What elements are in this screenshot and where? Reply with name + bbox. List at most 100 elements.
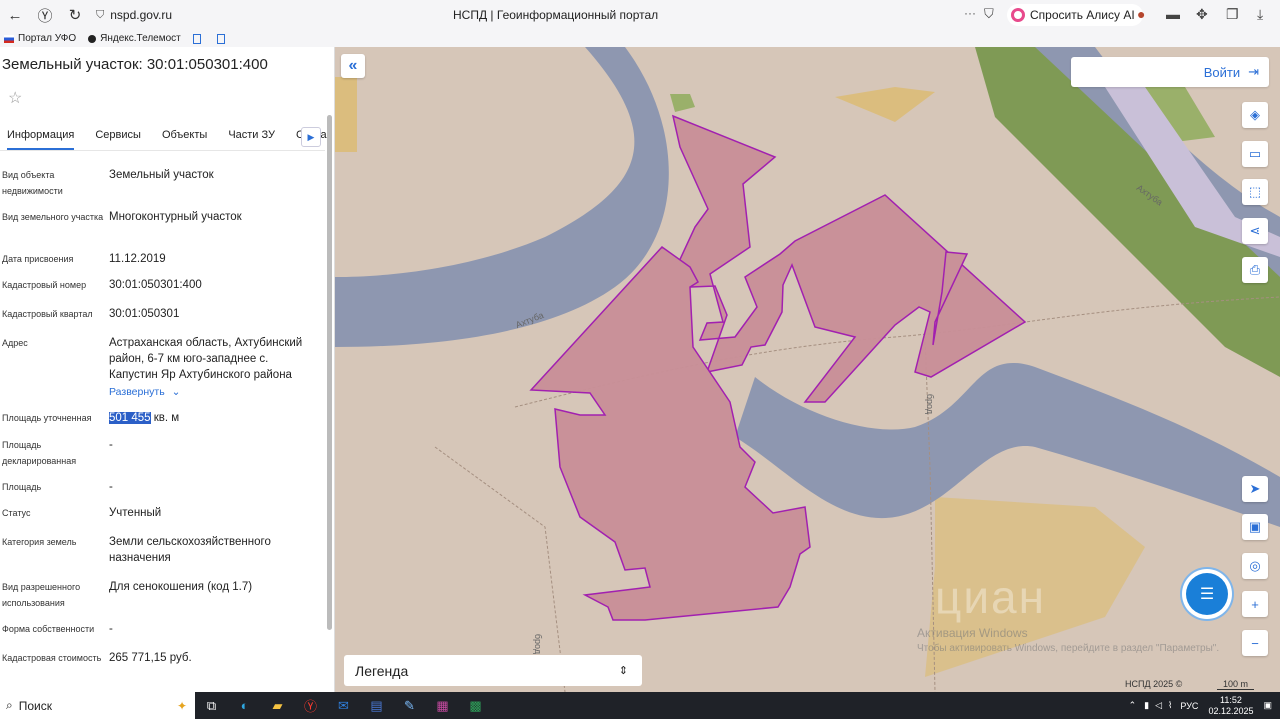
network-icon[interactable]: ▮ — [1144, 700, 1149, 711]
page-title: НСПД | Геоинформационный портал — [453, 8, 659, 22]
collections-icon[interactable]: ❐ — [1226, 6, 1239, 23]
cian-watermark: циан — [935, 571, 1047, 623]
tray-expand-icon[interactable]: ⌃ — [1129, 700, 1137, 711]
media-icon[interactable]: ▦ — [426, 692, 459, 719]
bookmark-page-2[interactable] — [216, 33, 229, 44]
field-value: Земли сельскохозяйственного назначения — [109, 536, 271, 564]
back-icon[interactable]: ← — [0, 0, 30, 30]
expand-link[interactable]: Развернуть ⌄ — [109, 384, 319, 400]
chevron-updown-icon: ⇕ — [618, 665, 628, 677]
mail-icon[interactable]: ✉ — [327, 692, 360, 719]
select-area-button[interactable]: ⬚ — [1242, 179, 1268, 205]
field-label: Дата присвоения — [2, 254, 74, 264]
telemost-icon — [88, 34, 97, 43]
field-area — [835, 87, 935, 122]
field-value: 11.12.2019 — [109, 253, 166, 265]
windows-activation-text: Чтобы активировать Windows, перейдите в … — [917, 643, 1220, 654]
bookmark-icon[interactable]: ⛉ — [984, 6, 994, 22]
yandex-icon[interactable]: Ⓨ — [30, 0, 60, 30]
field-label: Площадь уточненная — [2, 413, 92, 423]
ford-label: брод — [533, 633, 544, 655]
locate-button[interactable]: ➤ — [1242, 476, 1268, 502]
panel-title: Земельный участок: 30:01:050301:400 — [2, 56, 268, 73]
layers-icon: ◈ — [1250, 107, 1260, 122]
alice-button[interactable]: Спросить Алису AI — [1007, 4, 1143, 26]
collapse-panel-button[interactable]: « — [341, 54, 365, 78]
field-label: Кадастровый номер — [2, 280, 87, 290]
download-icon[interactable]: ⤓ — [1257, 6, 1263, 23]
taskbar-search[interactable]: ⌕ Поиск ✦ — [0, 692, 195, 719]
wifi-icon[interactable]: ⌇ — [1168, 700, 1172, 711]
excel-icon[interactable]: ▩ — [459, 692, 492, 719]
yandex-browser-icon[interactable]: Ⓨ — [294, 692, 327, 719]
page-icon — [216, 33, 225, 44]
print-button[interactable]: ⎙ — [1242, 257, 1268, 283]
bookmark-label: Портал УФО — [18, 33, 77, 44]
alice-label: Спросить Алису AI — [1030, 8, 1135, 22]
extension-icon[interactable]: ▬ — [1166, 6, 1180, 22]
geo-pin-icon: ◎ — [1249, 558, 1261, 573]
field-value: Многоконтурный участок — [109, 211, 242, 223]
reload-icon[interactable]: ↻ — [60, 0, 90, 30]
bookmarks-bar: Портал УФО Яндекс.Телемост — [0, 30, 1280, 47]
area-value: 501 455 кв. м — [109, 410, 319, 426]
alice-icon — [1011, 8, 1025, 22]
tab-services[interactable]: Сервисы — [95, 125, 141, 150]
login-icon: ⇥ — [1248, 64, 1259, 79]
geo-search-button[interactable]: ◎ — [1242, 553, 1268, 579]
plus-icon: + — [1251, 596, 1259, 612]
layers-button[interactable]: ◈ — [1242, 102, 1268, 128]
field-label: Площадь декларированная — [2, 440, 77, 466]
panel-scrollbar[interactable] — [327, 115, 332, 630]
more-icon[interactable]: ··· — [964, 6, 976, 20]
chat-icon: ☰ — [1199, 586, 1215, 603]
tab-objects[interactable]: Объекты — [162, 125, 207, 150]
taskbar: ⌕ Поиск ✦ ⧉ ◐ ▰ Ⓨ ✉ ▤ ✎ ▦ ▩ ⌃ ▮ ◁ ⌇ РУС … — [0, 692, 1280, 719]
minimap-button[interactable]: ▣ — [1242, 514, 1268, 540]
windows-activation-title: Активация Windows — [917, 626, 1028, 640]
zoom-in-button[interactable]: + — [1242, 591, 1268, 617]
chat-button[interactable]: ☰ — [1186, 573, 1228, 615]
notifications-icon[interactable]: ▣ — [1263, 700, 1272, 711]
search-icon: ⌕ — [6, 698, 13, 712]
select-area-icon: ⬚ — [1248, 184, 1262, 199]
field-value: 265 771,15 руб. — [109, 652, 192, 664]
edge-icon[interactable]: ◐ — [228, 692, 261, 719]
extension-icon[interactable]: ● — [1137, 6, 1145, 22]
keyboard-language[interactable]: РУС — [1180, 701, 1198, 711]
tab-parts[interactable]: Части ЗУ — [228, 125, 275, 150]
map-layer — [335, 47, 1280, 692]
map-canvas[interactable]: Ахтуба Ахтуба брод брод « Войти ⇥ ◈ ▭ ⬚ … — [335, 47, 1280, 692]
field-label: Кадастровая стоимость — [2, 653, 102, 663]
favorite-star-icon[interactable]: ☆ — [8, 88, 22, 108]
area-unit: кв. м — [150, 412, 180, 424]
field-label: Вид разрешенного использования — [2, 582, 81, 608]
area-number[interactable]: 501 455 — [109, 412, 151, 424]
bookmark-page-1[interactable] — [192, 33, 205, 44]
word-icon[interactable]: ▤ — [360, 692, 393, 719]
task-view-icon[interactable]: ⧉ — [195, 692, 228, 719]
share-icon: ⋖ — [1249, 223, 1261, 238]
clock[interactable]: 11:52 02.12.2025 — [1208, 695, 1253, 717]
tabs-next-icon[interactable]: ▶ — [301, 127, 321, 147]
field-label: Площадь — [2, 482, 42, 492]
share-button[interactable]: ⋖ — [1242, 218, 1268, 244]
puzzle-icon[interactable]: ✥ — [1196, 6, 1208, 23]
login-button[interactable]: Войти ⇥ — [1071, 57, 1269, 87]
legend-dropdown[interactable]: Легенда ⇕ — [344, 655, 642, 686]
tab-info[interactable]: Информация — [7, 125, 75, 150]
measure-button[interactable]: ▭ — [1242, 141, 1268, 167]
bookmark-telemost[interactable]: Яндекс.Телемост — [88, 33, 181, 44]
ruler-icon: ▭ — [1248, 146, 1262, 161]
bookmark-portal-ufo[interactable]: Портал УФО — [4, 33, 76, 44]
volume-icon[interactable]: ◁ — [1155, 700, 1162, 711]
pen-icon[interactable]: ✎ — [393, 692, 426, 719]
field-value: - — [109, 623, 113, 635]
object-info-panel: Земельный участок: 30:01:050301:400 ☆ Ин… — [0, 47, 335, 692]
explorer-icon[interactable]: ▰ — [261, 692, 294, 719]
clock-time: 11:52 — [1220, 694, 1242, 705]
zoom-out-button[interactable]: − — [1242, 630, 1268, 656]
field-value: Учтенный — [109, 507, 162, 519]
field-value: 30:01:050301:400 — [109, 279, 202, 291]
russia-flag-icon — [4, 34, 14, 43]
